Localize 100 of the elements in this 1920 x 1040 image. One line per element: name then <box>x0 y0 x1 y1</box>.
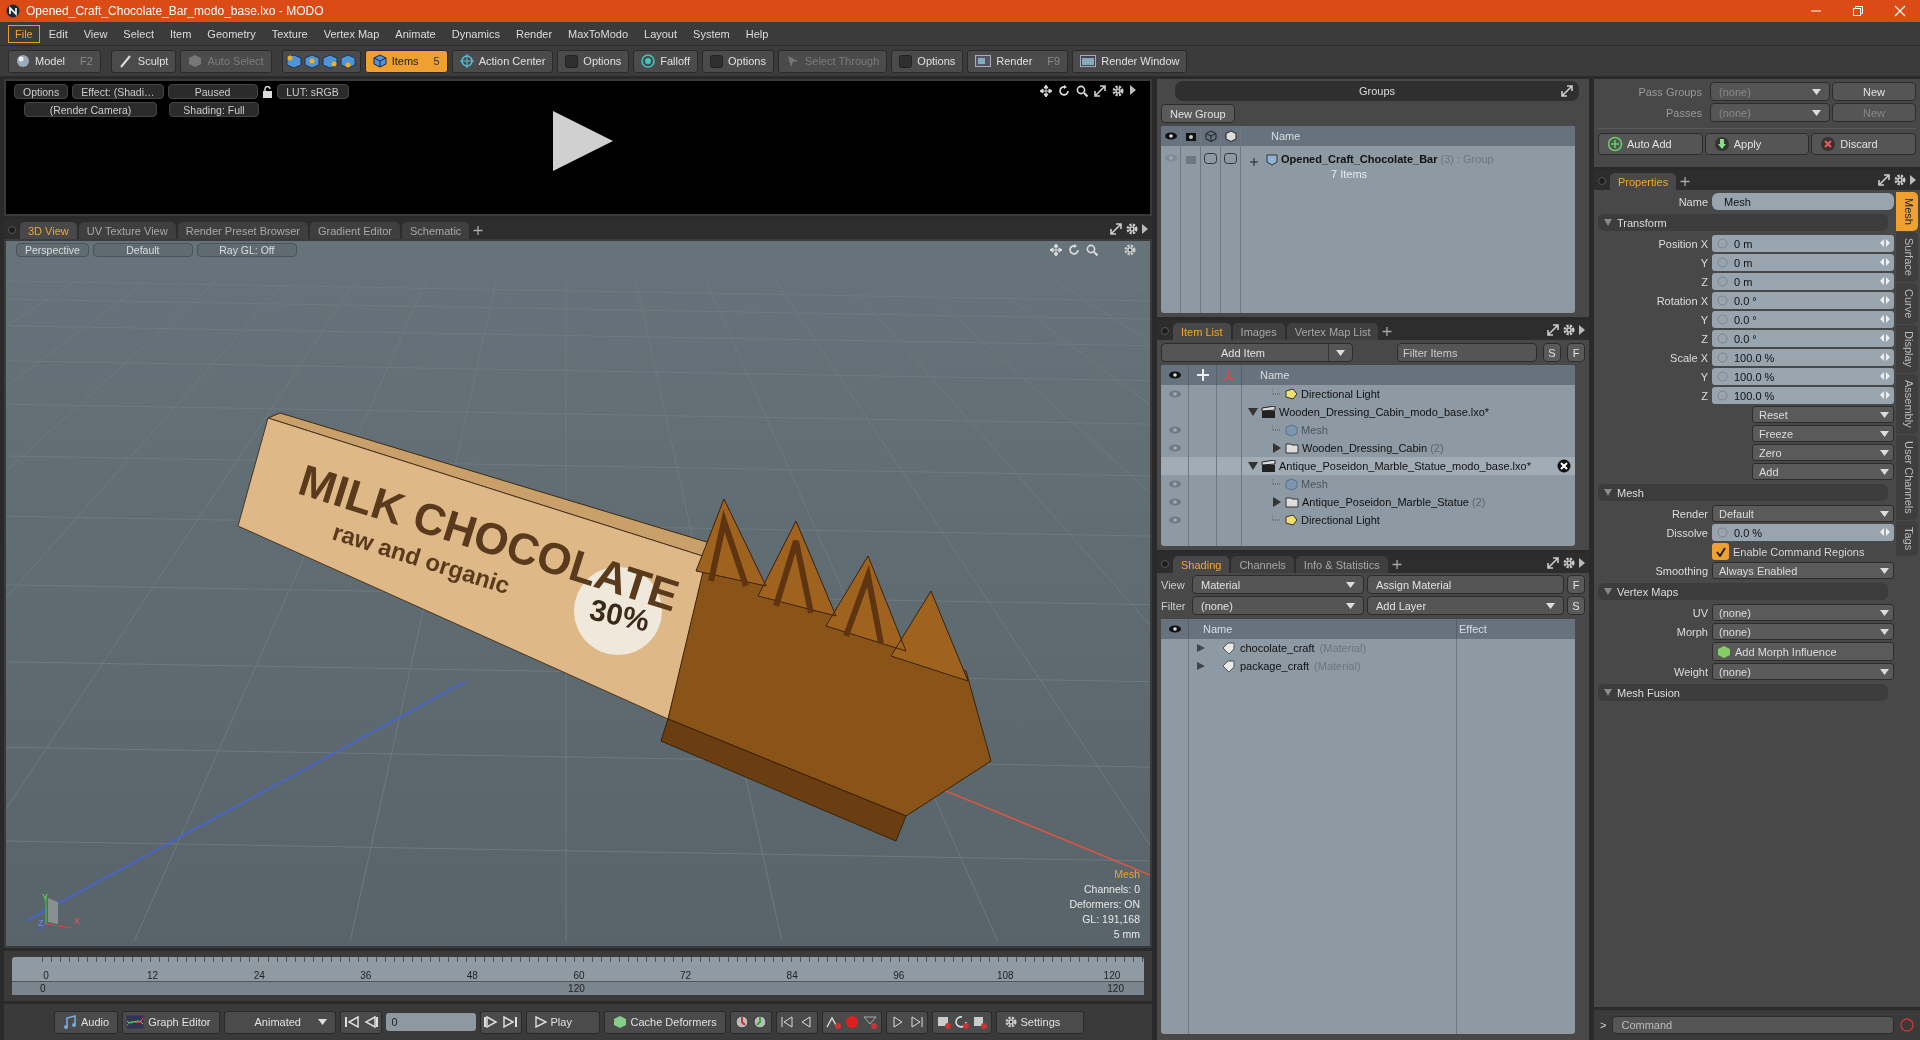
menu-item[interactable]: Vertex Map <box>316 24 387 43</box>
name-field[interactable]: Mesh <box>1712 193 1894 210</box>
pass-action-button[interactable]: Auto Add <box>1598 133 1703 155</box>
preview-control[interactable]: LUT: sRGB <box>276 84 349 99</box>
panel-tab[interactable]: Vertex Map List <box>1286 323 1379 340</box>
menu-item[interactable]: Render <box>509 24 560 43</box>
side-tab[interactable]: Display <box>1896 325 1918 374</box>
animate-dot-icon[interactable] <box>1717 238 1728 249</box>
filter-field[interactable]: Filter Items <box>1397 343 1537 362</box>
action-dropdown[interactable]: Reset <box>1752 406 1894 423</box>
menu-item[interactable]: Geometry <box>200 24 263 43</box>
item-row[interactable]: Wooden_Dressing_Cabin_modo_base.lxo* <box>1161 403 1575 421</box>
toolbar-button[interactable]: Options <box>891 49 964 73</box>
triangle-right-icon[interactable] <box>1142 224 1148 234</box>
select-mode-icon[interactable] <box>303 52 321 70</box>
shortcut-button[interactable]: S <box>1567 596 1585 615</box>
next-key-icon[interactable] <box>483 1015 500 1029</box>
triangle-right-icon[interactable] <box>1910 175 1916 185</box>
add-morph-button[interactable]: Add Morph Influence <box>1712 642 1894 661</box>
toolbar-button[interactable]: Render Window <box>1072 49 1188 73</box>
settings-icon[interactable] <box>1563 557 1575 569</box>
last-frame-icon[interactable] <box>501 1015 518 1029</box>
shortcut-button[interactable]: F <box>1567 575 1585 594</box>
view-dropdown[interactable]: Material <box>1192 575 1364 594</box>
menu-item[interactable]: File <box>8 24 40 43</box>
toolbar-button[interactable]: Options <box>702 49 774 73</box>
menu-item[interactable]: Edit <box>41 24 75 43</box>
side-tab[interactable]: Curve <box>1896 282 1918 325</box>
viewport-option[interactable]: Ray GL: Off <box>196 243 297 257</box>
panel-tab[interactable]: UV Texture View <box>78 222 176 239</box>
restore-icon[interactable] <box>1852 5 1864 17</box>
settings-icon[interactable] <box>1126 223 1138 235</box>
side-tab[interactable]: Tags <box>1896 520 1918 556</box>
preview-control[interactable]: Shading: Full <box>169 102 259 117</box>
side-tab[interactable]: Mesh <box>1896 192 1918 231</box>
value-field[interactable]: 0 m <box>1712 235 1894 252</box>
menu-item[interactable]: System <box>686 24 737 43</box>
previous-key-icon[interactable] <box>779 1015 796 1029</box>
settings-icon[interactable] <box>1124 244 1136 256</box>
panel-tab[interactable]: Schematic <box>402 222 470 239</box>
toolbar-button[interactable]: Render F9 <box>967 49 1069 73</box>
settings-button[interactable]: Settings <box>995 1010 1084 1034</box>
play-icon[interactable] <box>551 109 615 173</box>
panel-tab[interactable]: Shading <box>1173 556 1230 573</box>
dropdown-field[interactable]: Always Enabled <box>1712 562 1894 579</box>
settings-icon[interactable] <box>1894 174 1906 186</box>
filter-toggle[interactable]: S <box>1543 343 1561 362</box>
triangle-right-icon[interactable] <box>1272 443 1282 453</box>
remove-icon[interactable] <box>1557 459 1571 473</box>
animate-dot-icon[interactable] <box>1717 295 1728 306</box>
add-layer-dropdown[interactable]: Add Layer <box>1367 596 1564 615</box>
maximize-icon[interactable] <box>1547 324 1559 336</box>
maximize-icon[interactable] <box>1561 85 1573 97</box>
preview-control[interactable]: (Render Camera) <box>24 102 157 117</box>
pass-action-button[interactable]: Discard <box>1811 133 1916 155</box>
menu-item[interactable]: MaxToModo <box>561 24 635 43</box>
viewport-option[interactable]: Default <box>92 243 193 257</box>
animate-dot-icon[interactable] <box>1717 257 1728 268</box>
menu-item[interactable]: Animate <box>388 24 443 43</box>
toolbar-button[interactable]: Options <box>557 49 630 73</box>
panel-tab[interactable]: 3D View <box>20 222 77 239</box>
menu-item[interactable]: Texture <box>264 24 315 43</box>
move-icon[interactable] <box>1040 85 1052 97</box>
animate-dot-icon[interactable] <box>1717 314 1728 325</box>
viewport-option[interactable]: Perspective <box>16 243 89 257</box>
menu-item[interactable]: View <box>76 24 115 43</box>
menu-item[interactable]: Dynamics <box>444 24 507 43</box>
first-frame-icon[interactable] <box>343 1015 360 1029</box>
triangle-right-icon[interactable] <box>1272 497 1282 507</box>
select-mode-icon[interactable] <box>339 52 357 70</box>
value-field[interactable]: 0.0 ° <box>1712 330 1894 347</box>
value-field[interactable]: 0.0 % <box>1712 524 1894 541</box>
add-item-dropdown[interactable]: Add Item <box>1161 343 1353 362</box>
menu-item[interactable]: Item <box>162 24 199 43</box>
material-name[interactable]: package_craft <box>1240 660 1310 672</box>
animate-dot-icon[interactable] <box>1717 333 1728 344</box>
dropdown-field[interactable]: (none) <box>1712 663 1894 680</box>
side-tab[interactable]: Surface <box>1896 231 1918 282</box>
assign-material-button[interactable]: Assign Material <box>1367 575 1564 594</box>
value-field[interactable]: 100.0 % <box>1712 349 1894 366</box>
section-header[interactable]: Mesh <box>1598 484 1888 501</box>
value-field[interactable]: 100.0 % <box>1712 387 1894 404</box>
value-field[interactable]: 0.0 ° <box>1712 311 1894 328</box>
dropdown-field[interactable]: Default <box>1712 505 1894 522</box>
mode-dropdown[interactable]: Animated <box>223 1010 336 1034</box>
value-field[interactable]: 0 m <box>1712 254 1894 271</box>
panel-tab[interactable]: Gradient Editor <box>310 222 400 239</box>
triangle-right-icon[interactable] <box>1579 325 1585 335</box>
curve-key-icon[interactable] <box>825 1015 842 1029</box>
audio-button[interactable]: Audio <box>54 1010 119 1034</box>
panel-tab[interactable]: Item List <box>1173 323 1231 340</box>
cache-deformers-button[interactable]: Cache Deformers <box>603 1010 726 1034</box>
preview-control[interactable]: Options <box>14 84 69 99</box>
preview-control[interactable]: Effect: (Shadi… <box>72 84 164 99</box>
settings-icon[interactable] <box>1563 324 1575 336</box>
panel-tab[interactable]: Images <box>1232 323 1285 340</box>
menu-item[interactable]: Select <box>116 24 161 43</box>
toolbar-button[interactable]: Falloff <box>633 49 699 73</box>
section-header[interactable]: Mesh Fusion <box>1598 684 1888 701</box>
material-name[interactable]: chocolate_craft <box>1240 642 1315 654</box>
